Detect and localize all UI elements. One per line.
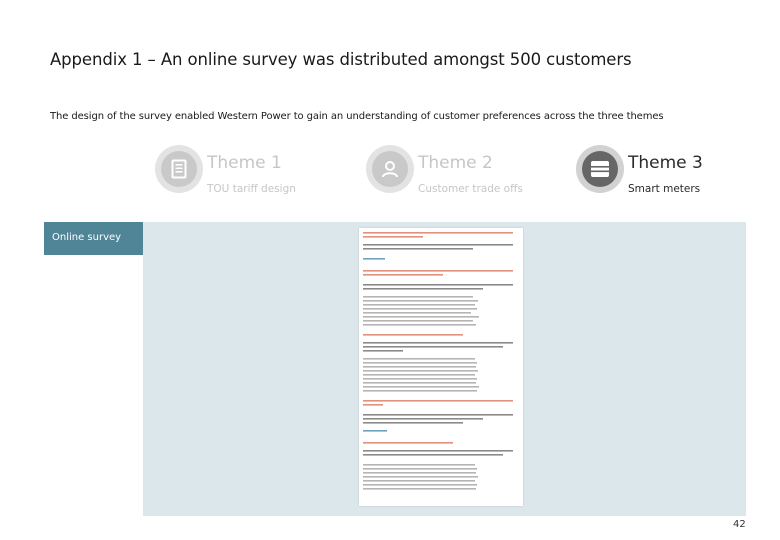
theme-subtitle: Smart meters [628, 183, 701, 195]
document-text-line [363, 418, 483, 420]
survey-document-image [359, 228, 523, 506]
document-text-line [363, 324, 476, 326]
theme-subtitle: Customer trade offs [418, 183, 523, 195]
document-text-line [363, 304, 475, 306]
document-text-line [363, 374, 475, 376]
document-text-line [363, 300, 478, 302]
document-text-line [363, 296, 473, 298]
document-text-line [363, 468, 477, 470]
document-text-line [363, 430, 387, 432]
document-text-line [363, 236, 423, 238]
document-text-line [363, 454, 503, 456]
document-text-line [363, 484, 477, 486]
document-text-line [363, 362, 477, 364]
document-text-line [363, 244, 513, 246]
online-survey-tab: Online survey [44, 222, 143, 255]
document-text-line [363, 414, 513, 416]
document-text-line [363, 284, 513, 286]
document-text-line [363, 370, 478, 372]
document-text-line [363, 358, 475, 360]
document-text-line [363, 464, 475, 466]
document-text-line [363, 476, 478, 478]
document-text-line [363, 270, 513, 272]
document-text-line [363, 422, 463, 424]
document-text-line [363, 248, 473, 250]
document-text-line [363, 346, 503, 348]
theme-title: Theme 3 [628, 153, 703, 173]
document-text-line [363, 334, 463, 336]
document-text-line [363, 342, 513, 344]
document-text-line [363, 472, 476, 474]
document-text-line [363, 366, 476, 368]
document-text-line [363, 382, 476, 384]
document-text-line [363, 400, 513, 402]
document-text-line [363, 350, 403, 352]
document-text-line [363, 390, 477, 392]
document-text-line [363, 320, 473, 322]
page-subtitle: The design of the survey enabled Western… [50, 111, 664, 122]
document-icon [161, 151, 197, 187]
document-text-line [363, 274, 443, 276]
document-text-line [363, 288, 483, 290]
meter-icon [582, 151, 618, 187]
theme-title: Theme 2 [418, 153, 493, 173]
document-text-line [363, 386, 479, 388]
document-text-line [363, 480, 475, 482]
document-text-line [363, 488, 476, 490]
document-text-line [363, 450, 513, 452]
survey-document-illustration [363, 232, 513, 490]
document-text-line [363, 442, 453, 444]
document-text-line [363, 316, 479, 318]
page-title: Appendix 1 – An online survey was distri… [50, 50, 632, 69]
document-text-line [363, 308, 477, 310]
theme-title: Theme 1 [207, 153, 282, 173]
document-text-line [363, 378, 477, 380]
page-number: 42 [733, 519, 746, 530]
document-text-line [363, 312, 471, 314]
document-text-line [363, 404, 383, 406]
person-icon [372, 151, 408, 187]
document-text-line [363, 258, 385, 260]
theme-subtitle: TOU tariff design [207, 183, 296, 195]
document-text-line [363, 232, 513, 234]
